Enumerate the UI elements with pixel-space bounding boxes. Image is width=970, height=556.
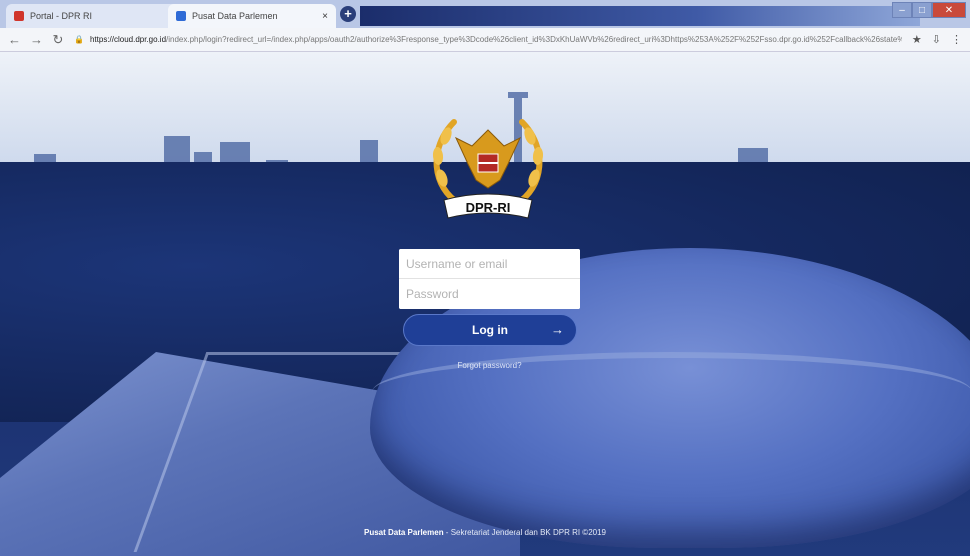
- browser-menu-icon[interactable]: ⋮: [951, 33, 962, 46]
- password-input[interactable]: [399, 279, 580, 309]
- minimize-icon[interactable]: –: [892, 2, 912, 18]
- bookmark-star-icon[interactable]: ★: [912, 33, 922, 46]
- new-tab-button[interactable]: +: [340, 6, 356, 22]
- extension-icon[interactable]: ⇩: [932, 33, 941, 46]
- login-page: DPR-RI Log in → Forgot password? Pusat D…: [0, 52, 970, 556]
- window-controls: – □ ✕: [892, 2, 966, 18]
- tab-title: Pusat Data Parlemen: [192, 11, 278, 21]
- url-host: https://cloud.dpr.go.id: [89, 35, 167, 44]
- login-form: Log in → Forgot password?: [399, 249, 580, 370]
- footer-brand: Pusat Data Parlemen: [363, 528, 444, 537]
- window-close-icon[interactable]: ✕: [932, 2, 966, 18]
- maximize-icon[interactable]: □: [912, 2, 932, 18]
- forgot-password-link[interactable]: Forgot password?: [399, 361, 580, 370]
- login-button[interactable]: Log in →: [403, 314, 577, 346]
- login-button-label: Log in: [472, 323, 508, 337]
- tab-portal-dpr[interactable]: Portal - DPR RI ×: [6, 4, 186, 28]
- emblem-caption: DPR-RI: [466, 200, 511, 215]
- url-field[interactable]: 🔒 https://cloud.dpr.go.id /index.php/log…: [74, 31, 902, 49]
- tab-title: Portal - DPR RI: [30, 11, 93, 21]
- username-input[interactable]: [399, 249, 580, 279]
- back-arrow-icon[interactable]: ←: [8, 32, 21, 47]
- dpr-ri-emblem: DPR-RI: [432, 119, 544, 219]
- tab-strip-background: [360, 6, 920, 26]
- footer-text: - Sekretariat Jenderal dan BK DPR RI ©20…: [443, 528, 606, 537]
- browser-tab-bar: Portal - DPR RI × Pusat Data Parlemen × …: [0, 0, 970, 28]
- arrow-right-icon: →: [551, 322, 564, 337]
- cloud-favicon-icon: [176, 11, 186, 21]
- credentials-box: [399, 249, 580, 309]
- reload-icon[interactable]: ↻: [52, 32, 64, 48]
- lock-icon: 🔒: [74, 35, 84, 44]
- portal-favicon-icon: [14, 11, 24, 21]
- page-footer: Pusat Data Parlemen - Sekretariat Jender…: [0, 528, 970, 537]
- tab-pusat-data-parlemen[interactable]: Pusat Data Parlemen ×: [168, 4, 336, 28]
- url-path: /index.php/login?redirect_url=/index.php…: [166, 35, 902, 44]
- close-tab-icon[interactable]: ×: [322, 11, 328, 22]
- address-bar: ← → ↻ 🔒 https://cloud.dpr.go.id /index.p…: [0, 28, 970, 52]
- forward-arrow-icon[interactable]: →: [30, 32, 43, 47]
